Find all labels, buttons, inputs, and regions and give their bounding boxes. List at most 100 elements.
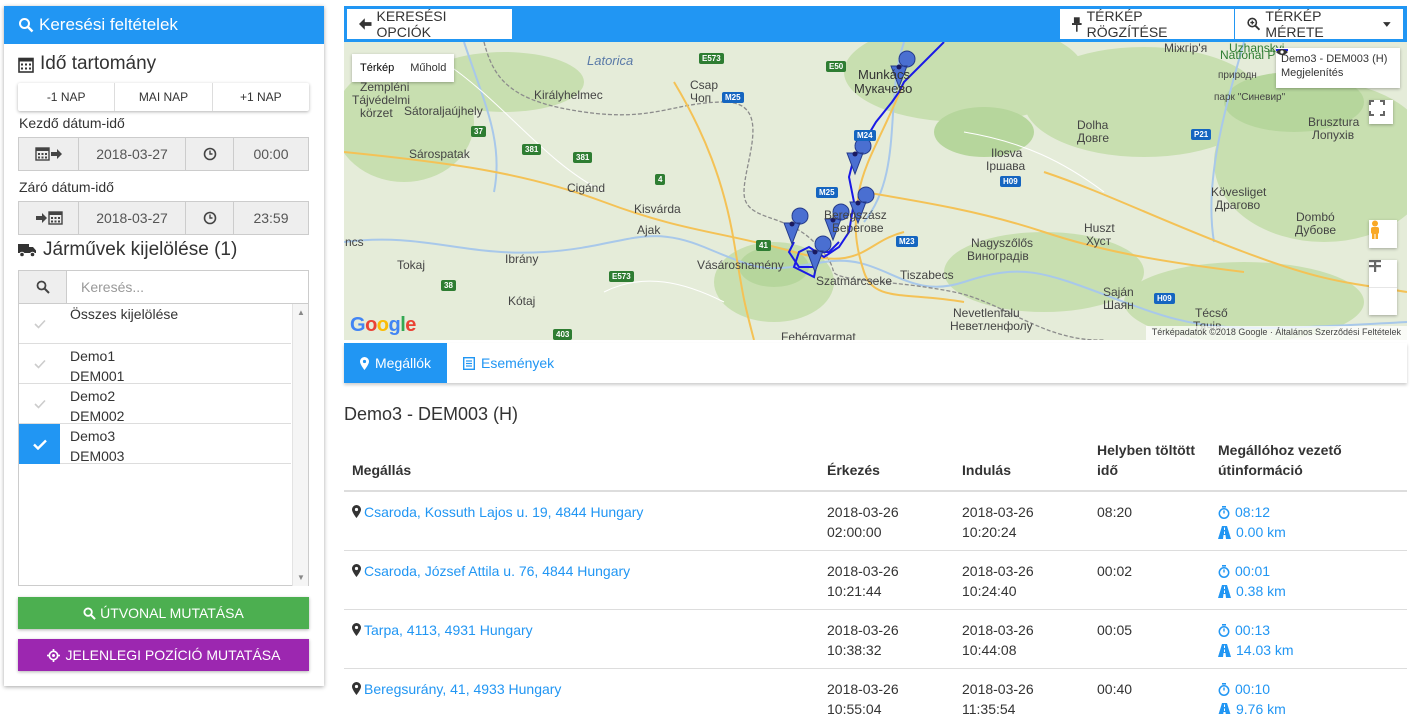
map-label: Beregszász: [824, 208, 887, 222]
stop-address-link[interactable]: Beregsurány, 41, 4933 Hungary: [364, 679, 561, 699]
road-icon: [1218, 584, 1231, 598]
map-label: Nevetlenfalu: [953, 306, 1020, 320]
start-datetime-label: Kezdő dátum-idő: [19, 115, 125, 131]
arrival-date: 2018-03-26: [827, 681, 899, 697]
search-icon: [19, 18, 34, 33]
column-header-departure: Indulás: [954, 440, 1089, 492]
vehicle-item-demo1[interactable]: Demo1 DEM001: [19, 344, 291, 384]
clock-icon: [186, 138, 234, 170]
map-label: ncs: [345, 235, 364, 249]
distance: 0.00 km: [1236, 524, 1286, 540]
checkmark-icon: [19, 384, 60, 424]
time-range-heading: Idő tartomány: [18, 53, 156, 75]
stop-address-link[interactable]: Csaroda, József Attila u. 76, 4844 Hunga…: [364, 561, 630, 581]
vehicle-search: [18, 270, 309, 304]
departure-date: 2018-03-26: [962, 504, 1034, 520]
map-marker-icon: [360, 356, 369, 370]
column-header-stop: Megállás: [344, 440, 819, 492]
today-button[interactable]: MAI NAP: [115, 83, 213, 111]
vehicle-item-demo3[interactable]: Demo3 DEM003: [19, 424, 291, 464]
stopwatch-icon: [1218, 505, 1230, 519]
time-range-title: Idő tartomány: [40, 53, 157, 74]
map-label: Munkács: [858, 67, 911, 82]
pin-icon: [1072, 16, 1082, 32]
map-label: Csap: [690, 78, 719, 92]
select-all-item[interactable]: Összes kijelölése: [19, 304, 291, 344]
map-label: Берегове: [832, 221, 884, 235]
map-label: Хуст: [1086, 234, 1112, 248]
tab-stops[interactable]: Megállók: [344, 343, 448, 383]
road-shield: E573: [699, 53, 724, 64]
zoom-in-icon: [1247, 17, 1261, 31]
minus-one-day-button[interactable]: -1 NAP: [18, 83, 116, 111]
drive-time: 08:12: [1235, 504, 1271, 520]
map-label: Saján: [1103, 285, 1134, 299]
map-marker-icon: [352, 505, 361, 518]
map-label: Tokaj: [397, 258, 426, 272]
map-label: Szatmárcseke: [816, 274, 893, 288]
road-shield: 381: [573, 152, 593, 163]
map-type-satellite-button[interactable]: Műhold: [402, 54, 454, 82]
street-view-button[interactable]: [1369, 220, 1397, 248]
pin-map-button[interactable]: TÉRKÉP RÖGZÍTÉSE: [1060, 8, 1234, 40]
stop-address-link[interactable]: Tarpa, 4113, 4931 Hungary: [364, 620, 533, 640]
map-label: Kövesliget: [1211, 185, 1267, 199]
search-options-button[interactable]: KERESÉSI OPCIÓK: [347, 8, 512, 40]
map-type-map-button[interactable]: Térkép: [352, 54, 402, 82]
road-shield: P21: [1191, 129, 1212, 140]
road-shield: M25: [722, 92, 744, 103]
truck-icon: [18, 243, 36, 257]
map-marker-icon: [352, 564, 361, 577]
zoom-out-button[interactable]: [1369, 260, 1397, 315]
map-label: Nagyszőlős: [971, 236, 1034, 250]
stops-table: Megállás Érkezés Indulás Helyben töltött…: [344, 440, 1407, 714]
zoom-in-button[interactable]: [1369, 260, 1397, 288]
vehicle-name: Demo3: [70, 428, 116, 444]
table-header-row: Megállás Érkezés Indulás Helyben töltött…: [344, 440, 1407, 492]
map-label: Неветленфолу: [950, 319, 1033, 333]
map-size-dropdown[interactable]: TÉRKÉP MÉRETE: [1235, 8, 1403, 40]
calendar-end-icon: [19, 202, 79, 234]
vehicle-search-input[interactable]: [67, 271, 308, 303]
column-header-time-spent-line1: Helyben töltött: [1097, 442, 1195, 458]
map-label: Dombó: [1296, 210, 1335, 224]
departure-time: 11:35:54: [962, 701, 1016, 714]
end-datetime-row: 2018-03-27 23:59: [18, 201, 309, 235]
vehicle-code: DEM002: [70, 408, 125, 424]
road-icon: [1218, 702, 1231, 714]
scroll-down-icon[interactable]: ▼: [297, 573, 305, 582]
vehicle-list-scrollbar[interactable]: ▲ ▼: [292, 304, 308, 586]
start-date-input[interactable]: 2018-03-27: [79, 138, 186, 170]
show-route-button[interactable]: ÚTVONAL MUTATÁSA: [18, 597, 309, 629]
arrival-date: 2018-03-26: [827, 622, 899, 638]
legend-toggle-label: Megjelenítés: [1281, 67, 1344, 79]
map-attribution[interactable]: Térképadatok ©2018 Google · Általános Sz…: [1145, 326, 1407, 340]
road-icon: [1218, 643, 1231, 657]
route-map[interactable]: Latorica Zempléni Tájvédelmi körzet Kirá…: [344, 42, 1407, 340]
select-all-label: Összes kijelölése: [70, 306, 179, 322]
show-current-position-button[interactable]: JELENLEGI POZÍCIÓ MUTATÁSA: [18, 639, 309, 671]
google-logo: Google: [350, 314, 416, 336]
scroll-up-icon[interactable]: ▲: [297, 308, 305, 317]
end-date-input[interactable]: 2018-03-27: [79, 202, 186, 234]
stop-address-link[interactable]: Csaroda, Kossuth Lajos u. 19, 4844 Hunga…: [364, 502, 643, 522]
end-time-input[interactable]: 23:59: [234, 202, 308, 234]
fullscreen-button[interactable]: [1369, 100, 1393, 124]
map-label: природн: [1218, 70, 1257, 81]
arrival-time: 10:55:04: [827, 701, 882, 714]
legend-series-label: Demo3 - DEM003 (H): [1281, 53, 1388, 65]
stopwatch-icon: [1218, 623, 1230, 637]
search-panel: Keresési feltételek Idő tartomány -1 NAP…: [4, 6, 324, 686]
road-icon: [1218, 525, 1231, 539]
tab-events[interactable]: Események: [447, 343, 570, 383]
plus-one-day-button[interactable]: +1 NAP: [213, 83, 309, 111]
vehicle-item-demo2[interactable]: Demo2 DEM002: [19, 384, 291, 424]
legend-visibility-toggle[interactable]: Megjelenítés: [1276, 49, 1395, 80]
map-label: Zempléni: [360, 80, 410, 94]
map-label: Sátoraljaújhely: [404, 104, 483, 118]
start-time-input[interactable]: 00:00: [234, 138, 308, 170]
vehicle-code: DEM003: [70, 448, 125, 464]
crosshair-icon: [46, 648, 60, 662]
map-label: Міжгір'я: [1164, 42, 1208, 55]
map-label: Királyhelmec: [534, 88, 603, 102]
